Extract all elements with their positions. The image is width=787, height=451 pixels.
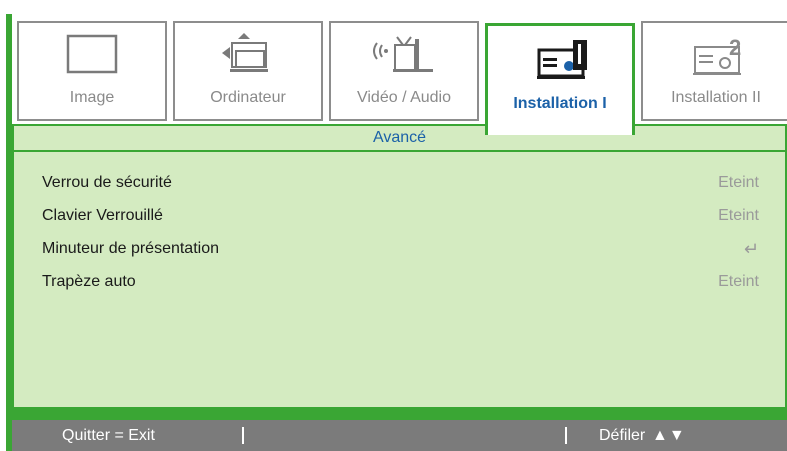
video-audio-icon xyxy=(367,33,441,84)
panel-title: Avancé xyxy=(14,126,785,152)
tab-label: Vidéo / Audio xyxy=(356,89,451,106)
menu-row-clavier-verrouille[interactable]: Clavier Verrouillé Eteint xyxy=(42,203,759,229)
tab-ordinateur[interactable]: Ordinateur xyxy=(173,21,323,121)
tab-video-audio[interactable]: Vidéo / Audio xyxy=(329,21,479,121)
footer-divider xyxy=(242,427,244,444)
footer-bar: Quitter = Exit Défiler ▲▼ xyxy=(12,420,787,451)
tab-label: Ordinateur xyxy=(210,89,286,106)
menu-row-verrou-securite[interactable]: Verrou de sécurité Eteint xyxy=(42,170,759,196)
tab-installation-2[interactable]: 2 Installation II xyxy=(641,21,787,121)
quit-hint: Quitter = Exit xyxy=(62,427,155,444)
up-down-arrows-icon: ▲▼ xyxy=(652,427,686,444)
monitor-icon xyxy=(64,33,120,84)
row-label: Minuteur de présentation xyxy=(42,240,219,257)
tab-label: Installation II xyxy=(671,89,761,106)
menu-row-minuteur-presentation[interactable]: Minuteur de présentation ↵ xyxy=(42,236,759,262)
menu-row-trapeze-auto[interactable]: Trapèze auto Eteint xyxy=(42,269,759,295)
footer-divider xyxy=(565,427,567,444)
row-label: Clavier Verrouillé xyxy=(42,207,163,224)
row-label: Verrou de sécurité xyxy=(42,174,172,191)
row-value: Eteint xyxy=(718,174,759,191)
row-value: Eteint xyxy=(718,273,759,290)
projector-1-icon xyxy=(525,36,595,91)
enter-icon: ↵ xyxy=(743,239,759,259)
row-value: Eteint xyxy=(718,207,759,224)
scroll-hint: Défiler xyxy=(599,427,646,444)
settings-panel: Avancé Verrou de sécurité Eteint Clavier… xyxy=(12,124,787,409)
computer-icon xyxy=(218,33,278,84)
row-label: Trapèze auto xyxy=(42,273,136,290)
svg-text:2: 2 xyxy=(729,35,741,60)
tab-label: Image xyxy=(69,89,115,106)
tab-image[interactable]: Image xyxy=(17,21,167,121)
tab-installation-1[interactable]: Installation I xyxy=(485,23,635,135)
projector-2-icon: 2 xyxy=(681,33,751,88)
tab-label: Installation I xyxy=(513,95,607,112)
